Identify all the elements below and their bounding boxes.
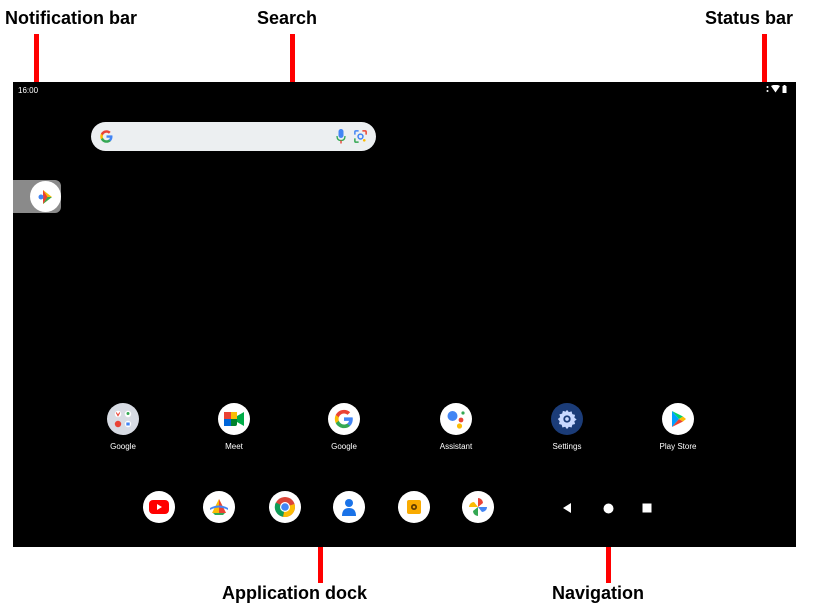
notification-bar-pointer	[34, 34, 39, 82]
settings-icon	[551, 403, 583, 435]
app-google[interactable]: Google	[304, 403, 384, 451]
files-icon[interactable]	[398, 491, 430, 523]
recents-icon[interactable]	[640, 501, 654, 515]
side-shortcut-tab[interactable]	[13, 180, 61, 213]
callout-notification-bar: Notification bar	[5, 8, 138, 28]
app-label: Meet	[225, 442, 243, 451]
chrome-icon[interactable]	[269, 491, 301, 523]
search-bar[interactable]	[91, 122, 376, 151]
dots-icon	[766, 85, 769, 93]
google-news-icon[interactable]	[203, 491, 235, 523]
google-icon	[328, 403, 360, 435]
app-label: Settings	[552, 442, 582, 451]
app-label: Google	[110, 442, 136, 451]
assistant-icon	[440, 403, 472, 435]
tablet-screen: 16:00 Google Meet Google Assistant Setti…	[13, 82, 796, 547]
status-time: 16:00	[18, 86, 39, 95]
app-google-folder[interactable]: Google	[83, 403, 163, 451]
meet-icon	[218, 403, 250, 435]
callout-search: Search	[257, 8, 318, 28]
app-play-store[interactable]: Play Store	[638, 403, 718, 451]
back-icon[interactable]	[560, 501, 574, 515]
play-store-icon	[662, 403, 694, 435]
app-label: Assistant	[439, 442, 473, 451]
app-label: Play Store	[659, 442, 697, 451]
home-icon[interactable]	[601, 501, 615, 515]
lens-icon[interactable]	[353, 129, 368, 149]
assistant-shortcut-icon	[30, 181, 61, 212]
google-g-icon	[99, 129, 114, 149]
app-assistant[interactable]: Assistant	[416, 403, 496, 451]
youtube-icon[interactable]	[143, 491, 175, 523]
callout-application-dock: Application dock	[222, 583, 368, 603]
app-meet[interactable]: Meet	[194, 403, 274, 451]
contacts-icon[interactable]	[333, 491, 365, 523]
google-folder-icon	[107, 403, 139, 435]
callout-status-bar: Status bar	[705, 8, 794, 28]
photos-icon[interactable]	[462, 491, 494, 523]
wifi-icon	[771, 85, 780, 93]
callout-navigation: Navigation	[552, 583, 645, 603]
status-icons	[766, 85, 787, 93]
battery-icon	[782, 85, 787, 93]
status-bar-pointer	[762, 34, 767, 82]
app-settings[interactable]: Settings	[527, 403, 607, 451]
mic-icon[interactable]	[336, 128, 346, 149]
app-label: Google	[331, 442, 357, 451]
